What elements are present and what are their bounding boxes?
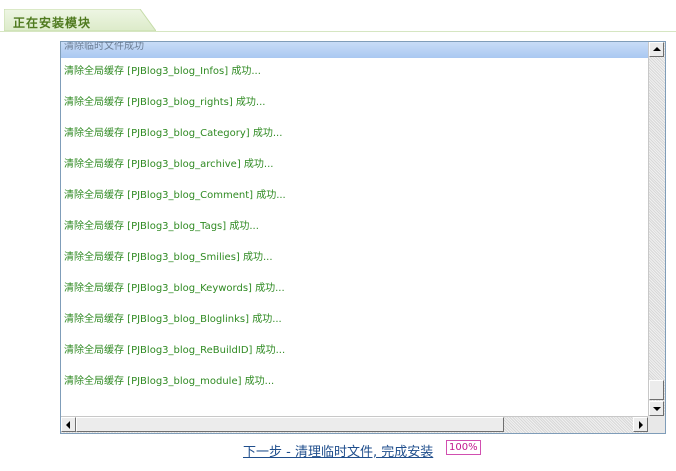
log-line-partial: 清除临时文件成功 xyxy=(61,42,648,58)
horizontal-scroll-thumb[interactable] xyxy=(76,417,504,432)
log-line: 清除全局缓存 [PJBlog3_blog_Smilies] 成功... xyxy=(64,252,273,263)
footer-actions: 下一步 - 清理临时文件, 完成安装 100% xyxy=(0,440,676,462)
scroll-right-arrow-icon[interactable] xyxy=(633,417,648,432)
log-line: 清除全局缓存 [PJBlog3_blog_Infos] 成功... xyxy=(64,66,261,77)
scroll-up-arrow-icon[interactable] xyxy=(649,42,664,57)
scroll-down-arrow-icon[interactable] xyxy=(649,401,664,416)
log-line: 清除全局缓存 [PJBlog3_blog_Bloglinks] 成功... xyxy=(64,314,282,325)
install-log-content: 清除临时文件成功 清除全局缓存 [PJBlog3_blog_Infos] 成功.… xyxy=(61,42,648,416)
scroll-left-arrow-icon[interactable] xyxy=(61,417,76,432)
log-line-partial-text: 清除临时文件成功 xyxy=(64,42,144,52)
log-line: 清除全局缓存 [PJBlog3_blog_Category] 成功... xyxy=(64,128,283,139)
horizontal-scrollbar[interactable] xyxy=(61,416,648,433)
log-line: 清除全局缓存 [PJBlog3_blog_rights] 成功... xyxy=(64,97,266,108)
log-line: 清除全局缓存 [PJBlog3_blog_Comment] 成功... xyxy=(64,190,286,201)
install-log-textarea[interactable]: 清除临时文件成功 清除全局缓存 [PJBlog3_blog_Infos] 成功.… xyxy=(60,41,666,434)
section-divider xyxy=(0,31,676,32)
vertical-scroll-thumb[interactable] xyxy=(649,380,664,400)
log-line: 清除全局缓存 [PJBlog3_blog_Keywords] 成功... xyxy=(64,283,285,294)
log-line: 清除全局缓存 [PJBlog3_blog_archive] 成功... xyxy=(64,159,274,170)
section-header: 正在安装模块 xyxy=(0,9,676,33)
log-line: 清除全局缓存 [PJBlog3_blog_module] 成功... xyxy=(64,376,275,387)
scrollbar-corner xyxy=(648,416,665,433)
next-step-link[interactable]: 下一步 - 清理临时文件, 完成安装 xyxy=(243,441,433,460)
section-title: 正在安装模块 xyxy=(13,16,92,30)
install-page: 正在安装模块 清除临时文件成功 清除全局缓存 [PJBlog3_blog_Inf… xyxy=(0,0,676,471)
vertical-scrollbar[interactable] xyxy=(648,42,665,416)
log-line: 清除全局缓存 [PJBlog3_blog_Tags] 成功... xyxy=(64,221,259,232)
log-line: 清除全局缓存 [PJBlog3_blog_ReBuildID] 成功... xyxy=(64,345,286,356)
progress-indicator: 100% xyxy=(446,440,481,455)
